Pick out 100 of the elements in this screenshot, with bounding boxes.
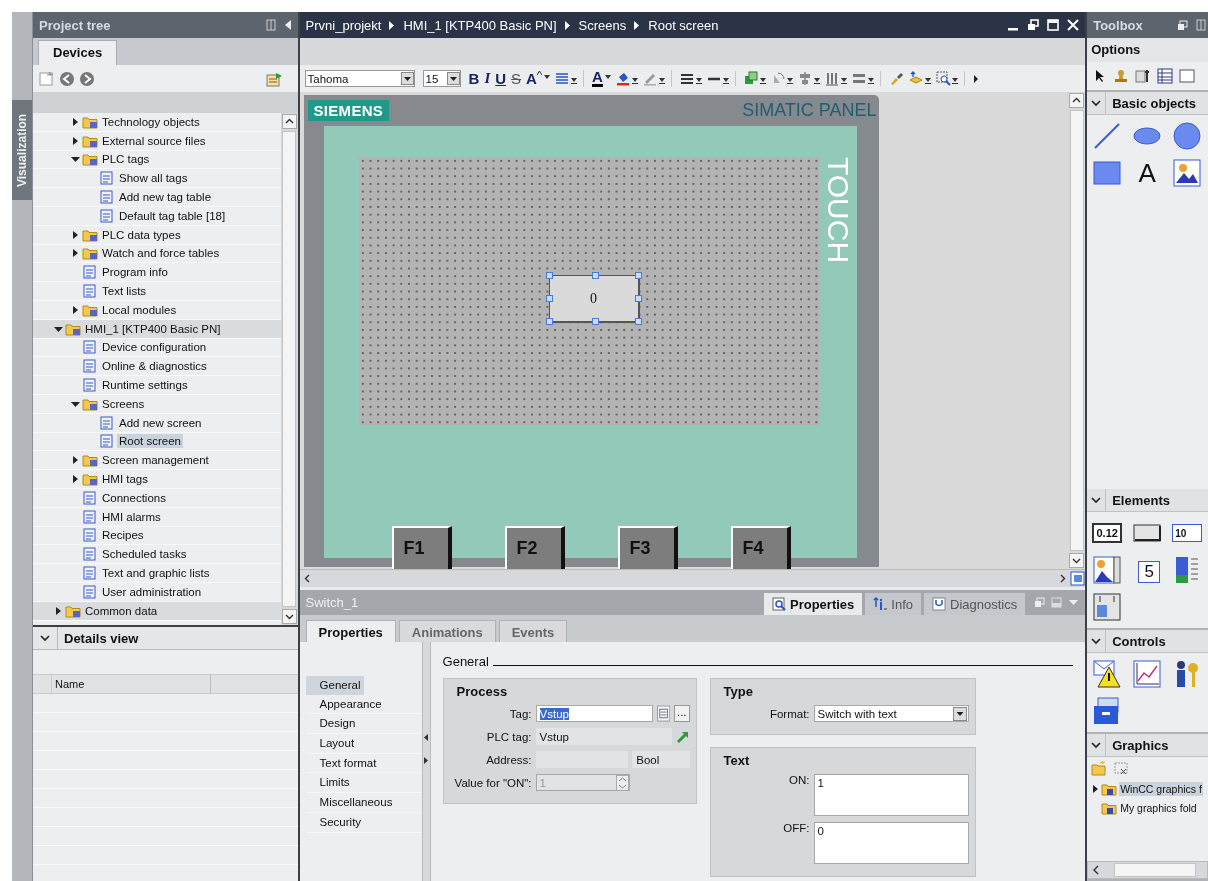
trend-chart-icon[interactable]: [1132, 659, 1163, 689]
table-icon[interactable]: [1157, 68, 1174, 84]
maximize-icon[interactable]: [1047, 19, 1060, 31]
tree-item[interactable]: Program info: [100, 265, 170, 280]
collapse-chevron-icon[interactable]: [1090, 97, 1103, 109]
breadcrumb-item[interactable]: Root screen: [648, 17, 719, 33]
function-key[interactable]: F3: [617, 526, 678, 569]
nav-item[interactable]: Security: [305, 812, 422, 833]
go-to-arrow-icon[interactable]: [675, 729, 690, 744]
tree-item[interactable]: Recipes: [100, 528, 146, 543]
collapse-left-icon[interactable]: [283, 19, 292, 31]
line-color-icon[interactable]: [642, 71, 665, 86]
properties-icon[interactable]: [1135, 68, 1152, 84]
new-item-icon[interactable]: [39, 70, 55, 87]
resize-handle[interactable]: [545, 295, 553, 302]
text-tool[interactable]: A: [1132, 158, 1163, 188]
function-key[interactable]: F2: [504, 526, 565, 569]
tree-item[interactable]: Runtime settings: [100, 378, 190, 393]
tree-item[interactable]: PLC tags: [100, 152, 152, 167]
scrollbar-thumb[interactable]: [1114, 863, 1197, 877]
inspector-tab[interactable]: Info: [865, 593, 921, 615]
expand-right-icon[interactable]: [423, 757, 429, 764]
resize-handle[interactable]: [545, 318, 553, 325]
resize-handle[interactable]: [634, 295, 642, 302]
more-icon[interactable]: [972, 73, 979, 84]
tree-item[interactable]: Scheduled tasks: [100, 547, 189, 562]
same-size-icon[interactable]: [851, 71, 874, 86]
strikethrough-button[interactable]: S: [511, 70, 522, 87]
float-icon[interactable]: [1027, 19, 1040, 31]
tree-item[interactable]: Show all tags: [117, 171, 190, 186]
symbolic-io-icon[interactable]: 10: [1172, 524, 1203, 542]
forward-icon[interactable]: [79, 70, 95, 87]
splitter-handle[interactable]: [421, 642, 431, 881]
pin-icon[interactable]: [1196, 19, 1206, 31]
expand-arrow-icon[interactable]: [71, 474, 80, 485]
distribute-icon[interactable]: [824, 71, 847, 86]
close-icon[interactable]: [1067, 19, 1080, 31]
font-dropdown[interactable]: Tahoma: [304, 70, 415, 87]
tree-item[interactable]: Text lists: [100, 284, 149, 299]
rectangle-icon[interactable]: [1092, 158, 1123, 188]
nav-item[interactable]: Appearance: [305, 694, 422, 715]
nav-item[interactable]: Limits: [305, 773, 422, 794]
scroll-down-icon[interactable]: [1069, 553, 1085, 568]
font-size-button[interactable]: A: [526, 70, 550, 87]
resize-handle[interactable]: [591, 318, 599, 325]
function-key[interactable]: F1: [391, 526, 452, 569]
browse-button[interactable]: ...: [673, 705, 690, 722]
resize-handle[interactable]: [634, 272, 642, 279]
line-icon[interactable]: [1092, 121, 1123, 151]
fill-color-icon[interactable]: [615, 71, 638, 86]
graphics-folder[interactable]: WinCC graphics f: [1119, 781, 1203, 796]
window-icon[interactable]: [1179, 68, 1196, 84]
tree-item[interactable]: Online & diagnostics: [100, 359, 209, 374]
collapse-chevron-icon[interactable]: [1090, 494, 1103, 506]
tree-item[interactable]: Local modules: [100, 302, 179, 317]
io-field-icon[interactable]: 0.12: [1092, 523, 1123, 543]
collapse-left-icon[interactable]: [423, 734, 429, 741]
inspector-tab[interactable]: Properties: [764, 593, 863, 615]
format-dropdown[interactable]: Switch with text: [813, 705, 969, 722]
scroll-up-icon[interactable]: [281, 114, 297, 129]
remove-folder-icon[interactable]: [1113, 760, 1130, 776]
circle-icon[interactable]: [1172, 121, 1203, 151]
tree-item[interactable]: Default tag table [18]: [117, 208, 228, 223]
expand-arrow-icon[interactable]: [71, 135, 80, 146]
tree-item[interactable]: Technology objects: [100, 114, 202, 129]
tree-item[interactable]: Root screen: [117, 434, 183, 449]
resize-handle[interactable]: [545, 272, 553, 279]
expand-arrow-icon[interactable]: [71, 116, 80, 127]
expand-arrow-icon[interactable]: [54, 605, 63, 616]
properties-tab[interactable]: Animations: [398, 620, 496, 642]
resize-handle[interactable]: [591, 272, 599, 279]
devices-tab[interactable]: Devices: [38, 40, 118, 65]
expand-arrow-icon[interactable]: [71, 455, 80, 466]
format-brush-icon[interactable]: [888, 71, 904, 86]
breadcrumb-item[interactable]: HMI_1 [KTP400 Basic PN]: [403, 17, 557, 33]
layers-icon[interactable]: [908, 71, 931, 86]
collapse-arrow-icon[interactable]: [71, 154, 80, 165]
nav-item[interactable]: Layout: [305, 734, 422, 754]
tree-item[interactable]: Connections: [100, 490, 168, 505]
scroll-down-icon[interactable]: [281, 609, 297, 624]
nav-item[interactable]: Design: [305, 714, 422, 735]
tree-item[interactable]: Device configuration: [100, 340, 209, 355]
off-text-field[interactable]: 0: [813, 822, 969, 864]
stamp-icon[interactable]: [1113, 68, 1130, 84]
picture-icon[interactable]: [1172, 158, 1203, 188]
bring-forward-icon[interactable]: [743, 71, 766, 86]
nav-item[interactable]: Miscellaneous: [305, 793, 422, 813]
align-objects-icon[interactable]: [797, 71, 820, 86]
function-key[interactable]: F4: [730, 526, 791, 569]
inspector-tab[interactable]: Diagnostics: [924, 593, 1026, 615]
nav-item[interactable]: Text format: [305, 753, 422, 774]
tree-item[interactable]: PLC data types: [100, 227, 183, 242]
tree-item[interactable]: Add new tag table: [117, 190, 214, 205]
zoom-icon[interactable]: [935, 71, 958, 86]
expand-arrow-icon[interactable]: [1091, 783, 1100, 794]
bold-button[interactable]: B: [468, 70, 480, 87]
visualization-tab[interactable]: Visualization: [12, 100, 32, 200]
tag-field[interactable]: Vstup: [535, 705, 653, 722]
nav-item[interactable]: General: [305, 676, 365, 695]
tree-item[interactable]: Screen management: [100, 453, 211, 468]
